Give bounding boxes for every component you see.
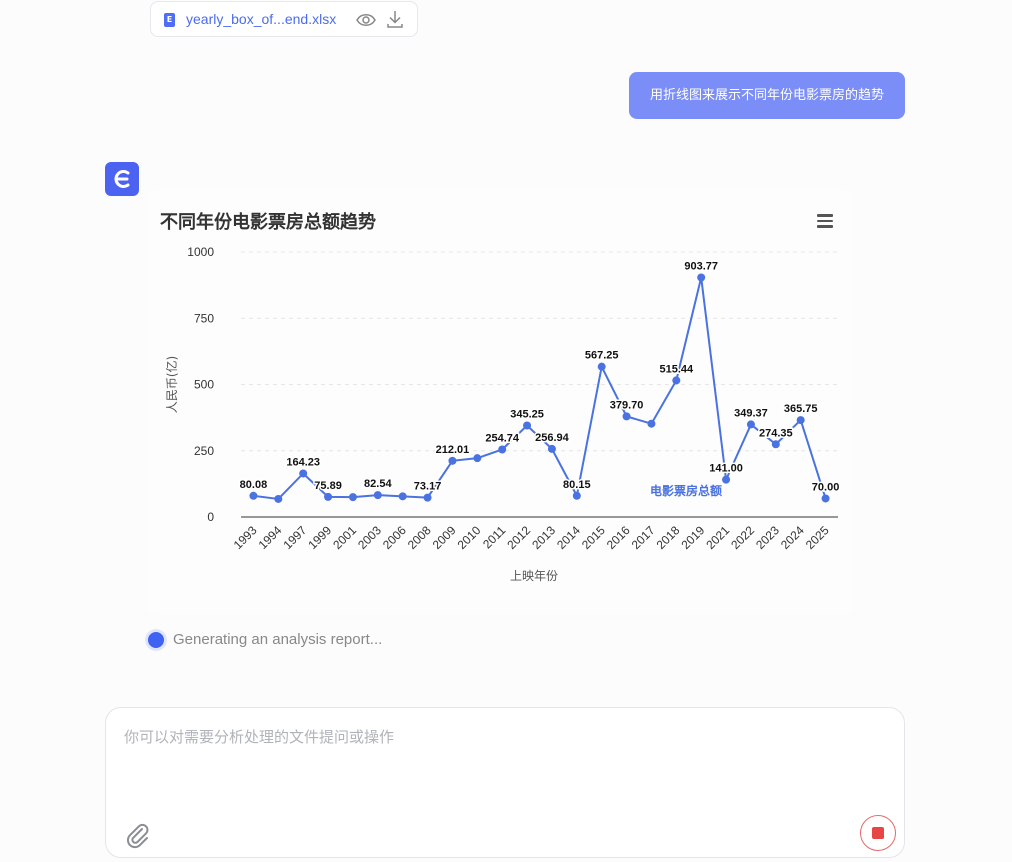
stop-icon: [872, 827, 884, 839]
data-point: [746, 420, 755, 429]
data-label: 903.77: [684, 261, 718, 273]
data-point: [523, 421, 532, 430]
chart-title: 不同年份电影票房总额趋势: [160, 212, 376, 233]
data-point: [672, 376, 681, 385]
data-point: [622, 412, 631, 421]
data-label: 141.00: [709, 463, 743, 475]
data-point: [448, 456, 457, 465]
series-name-label: 电影票房总额: [650, 483, 722, 498]
excel-file-icon: E: [164, 13, 175, 27]
x-tick-label: 2003: [355, 523, 384, 552]
x-tick-label: 2010: [455, 523, 484, 552]
data-point: [697, 273, 706, 282]
y-tick-label: 500: [194, 378, 214, 392]
x-tick-label: 2012: [504, 523, 533, 552]
data-label: 82.54: [364, 478, 392, 490]
data-label: 164.23: [286, 456, 320, 468]
data-label: 274.35: [759, 427, 793, 439]
x-tick-label: 2009: [430, 523, 459, 552]
x-tick-label: 2019: [679, 523, 708, 552]
y-axis-title: 人民币(亿): [164, 356, 179, 413]
eye-icon[interactable]: [355, 10, 377, 30]
data-label: 70.00: [812, 481, 840, 493]
data-label: 80.08: [240, 479, 268, 491]
data-label: 256.94: [535, 432, 570, 444]
x-tick-label: 2008: [405, 523, 434, 552]
data-label: 73.17: [414, 481, 442, 493]
data-point: [373, 491, 382, 500]
data-label: 345.25: [510, 409, 544, 421]
data-label: 349.37: [734, 407, 768, 419]
data-point: [547, 444, 556, 453]
x-tick-label: 2018: [654, 523, 683, 552]
status-text: Generating an analysis report...: [173, 631, 383, 648]
data-point: [796, 416, 805, 425]
data-point: [473, 454, 482, 463]
chat-input[interactable]: 你可以对需要分析处理的文件提问或操作: [105, 707, 905, 858]
x-tick-label: 2024: [778, 523, 807, 552]
input-placeholder: 你可以对需要分析处理的文件提问或操作: [124, 728, 395, 746]
data-label: 80.15: [563, 479, 591, 491]
x-tick-label: 1999: [305, 523, 334, 552]
y-tick-label: 250: [194, 444, 214, 458]
x-tick-label: 2015: [579, 523, 608, 552]
x-tick-label: 1997: [281, 523, 310, 552]
assistant-logo-icon: [114, 170, 130, 188]
data-point: [597, 362, 606, 371]
x-tick-label: 2011: [480, 523, 508, 551]
data-point: [348, 493, 357, 502]
x-tick-label: 2021: [703, 523, 732, 552]
data-point: [572, 491, 581, 500]
x-axis-title: 上映年份: [510, 569, 558, 583]
x-tick-label: 2001: [330, 523, 359, 552]
x-tick-label: 2013: [529, 523, 558, 552]
data-point: [274, 494, 283, 503]
data-point: [647, 419, 656, 428]
data-label: 75.89: [314, 480, 342, 492]
x-tick-label: 2023: [753, 523, 782, 552]
x-tick-label: 1993: [231, 523, 260, 552]
data-point: [423, 493, 432, 502]
data-point: [821, 494, 830, 503]
chart-card: 0 250 500 750 1000 1993 1994 1997 1999 2001 2003 20…: [148, 190, 852, 614]
data-point: [771, 440, 780, 449]
x-tick-label: 1994: [256, 523, 285, 552]
data-point: [324, 492, 333, 501]
data-label: 212.01: [436, 444, 470, 456]
file-attachment-chip[interactable]: E yearly_box_of...end.xlsx: [150, 1, 418, 37]
data-point: [398, 492, 407, 501]
data-label: 379.70: [610, 399, 644, 411]
x-tick-label: 2014: [554, 523, 583, 552]
chart-menu-icon[interactable]: [817, 214, 833, 228]
paperclip-icon[interactable]: [123, 821, 151, 849]
y-tick-label: 750: [194, 311, 214, 325]
data-label: 567.25: [585, 350, 619, 362]
line-chart: 0250500750100019931994199719992001200320…: [164, 245, 841, 583]
data-label: 515.44: [659, 363, 694, 375]
download-icon[interactable]: [385, 9, 405, 29]
data-point: [299, 469, 308, 478]
assistant-avatar: [105, 162, 139, 196]
x-tick-label: 2017: [629, 523, 658, 552]
stop-button[interactable]: [860, 815, 896, 851]
x-tick-label: 2025: [803, 523, 832, 552]
y-tick-label: 1000: [187, 245, 214, 259]
data-point: [722, 475, 731, 484]
data-label: 254.74: [485, 432, 520, 444]
file-name[interactable]: yearly_box_of...end.xlsx: [186, 11, 336, 27]
loading-indicator-icon: [148, 632, 164, 648]
x-tick-label: 2022: [728, 523, 757, 552]
y-tick-label: 0: [207, 510, 214, 524]
x-tick-label: 2006: [380, 523, 409, 552]
data-label: 365.75: [784, 403, 818, 415]
x-tick-label: 2016: [604, 523, 633, 552]
user-message-bubble: 用折线图来展示不同年份电影票房的趋势: [629, 72, 905, 119]
data-point: [249, 491, 258, 500]
data-point: [498, 445, 507, 454]
